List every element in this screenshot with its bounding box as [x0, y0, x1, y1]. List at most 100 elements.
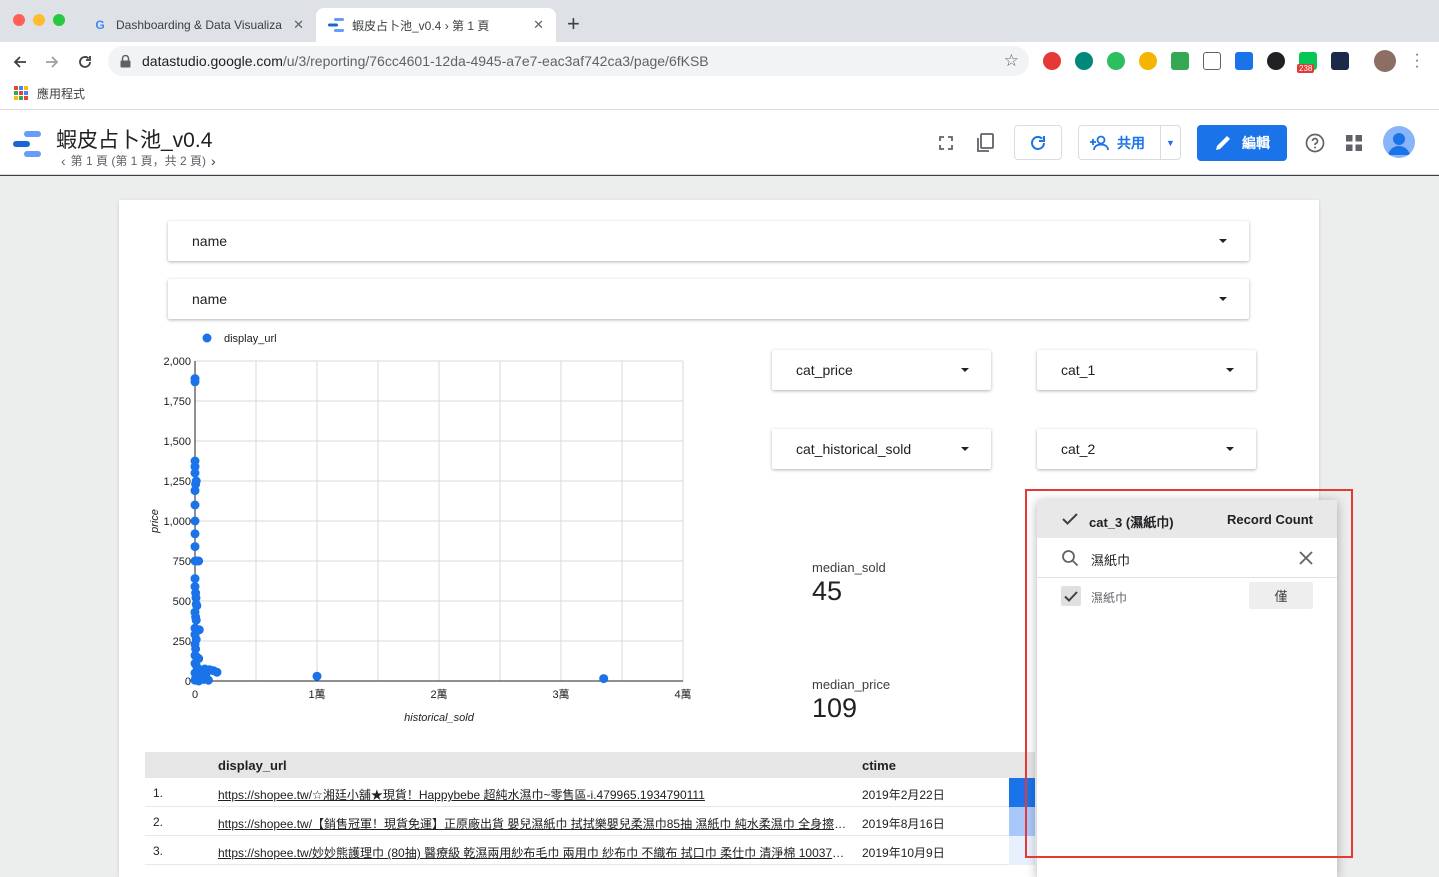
row-heatmap-cell — [1009, 778, 1035, 807]
scatter-point[interactable] — [190, 574, 200, 584]
scatter-point[interactable] — [212, 667, 222, 677]
browser-tab-report[interactable]: 蝦皮占卜池_v0.4 › 第 1 頁 ✕ — [316, 8, 556, 42]
select-all-checkbox[interactable] — [1060, 509, 1080, 529]
share-button[interactable]: 共用 ▼ — [1078, 125, 1181, 160]
y-tick-label: 1,750 — [163, 396, 191, 408]
scatter-point[interactable] — [190, 542, 200, 552]
fullscreen-button[interactable] — [935, 132, 957, 154]
help-button[interactable] — [1304, 132, 1326, 154]
scatter-point[interactable] — [190, 377, 200, 387]
y-tick-label: 750 — [173, 556, 191, 568]
page-indicator[interactable]: 第 1 頁 (第 1 頁，共 2 頁) — [71, 152, 206, 169]
account-avatar[interactable] — [1383, 126, 1415, 158]
close-tab-icon[interactable]: ✕ — [293, 17, 304, 33]
share-main-button[interactable]: 共用 — [1079, 126, 1161, 159]
column-header-ctime[interactable]: ctime — [862, 758, 896, 773]
table-row: 3. https://shopee.tw/妙妙熊護理巾 (80抽) 醫療級 乾濕… — [145, 836, 1035, 865]
scatter-point[interactable] — [203, 675, 213, 685]
copy-report-button[interactable] — [974, 132, 996, 154]
extension-owl-icon[interactable] — [1139, 52, 1157, 70]
cat-1-filter-control[interactable]: cat_1 — [1037, 350, 1256, 390]
url-path: /u/3/reporting/76cc4601-12da-4945-a7e7-e… — [282, 53, 709, 69]
extension-play-icon[interactable] — [1331, 52, 1349, 70]
apps-bookmark[interactable]: 應用程式 — [37, 85, 85, 102]
bookmark-star-icon[interactable]: ☆ — [1004, 51, 1019, 71]
next-page-icon[interactable]: › — [211, 153, 216, 169]
browser-menu-icon[interactable]: · · · — [1412, 47, 1422, 75]
prev-page-icon[interactable]: ‹ — [61, 153, 66, 169]
reload-icon — [79, 56, 91, 68]
apps-grid-icon[interactable] — [14, 86, 28, 100]
row-heatmap-cell — [1009, 807, 1035, 836]
column-header-display-url[interactable]: display_url — [218, 758, 287, 773]
minimize-window-button[interactable] — [33, 14, 45, 26]
dropdown-search[interactable]: 濕紙巾 — [1037, 538, 1337, 578]
close-tab-icon[interactable]: ✕ — [533, 17, 544, 33]
legend-marker — [202, 333, 212, 343]
extension-mail-icon[interactable] — [1171, 52, 1189, 70]
extension-hat-icon[interactable] — [1235, 52, 1253, 70]
row-heatmap-cell — [1009, 836, 1035, 865]
forward-button[interactable] — [40, 50, 64, 74]
row-url-link[interactable]: https://shopee.tw/【銷售冠軍！現貨免運】正原廠出貨 嬰兒濕紙巾… — [218, 815, 848, 832]
y-tick-label: 1,000 — [163, 516, 191, 528]
report-header: 蝦皮占卜池_v0.4 ‹ 第 1 頁 (第 1 頁，共 2 頁) › 共用 ▼ … — [0, 110, 1439, 175]
scatter-point[interactable] — [192, 666, 202, 676]
address-bar[interactable]: datastudio.google.com/u/3/reporting/76cc… — [108, 46, 1029, 76]
scatter-point[interactable] — [190, 556, 200, 566]
browser-tab-dashboarding[interactable]: G Dashboarding & Data Visualiza ✕ — [80, 8, 316, 42]
row-url-link[interactable]: https://shopee.tw/☆湘廷小舖★現貨！Happybebe 超純水… — [218, 786, 848, 803]
refresh-icon — [1031, 135, 1045, 150]
cat-2-filter-control[interactable]: cat_2 — [1037, 429, 1256, 469]
close-window-button[interactable] — [13, 14, 25, 26]
scatter-point[interactable] — [190, 468, 200, 478]
datastudio-logo-icon[interactable] — [12, 130, 42, 158]
page-navigator[interactable]: ‹ 第 1 頁 (第 1 頁，共 2 頁) › — [56, 152, 221, 169]
extension-box-icon[interactable] — [1203, 52, 1221, 70]
cat-historical-sold-filter-control[interactable]: cat_historical_sold — [772, 429, 991, 469]
dropdown-option[interactable]: 濕紙巾 僅 — [1037, 580, 1337, 612]
reload-button[interactable] — [73, 50, 97, 74]
share-dropdown-icon[interactable]: ▼ — [1161, 138, 1180, 148]
extension-ghost-icon[interactable] — [1267, 52, 1285, 70]
scatter-point[interactable] — [190, 486, 200, 496]
search-input[interactable]: 濕紙巾 — [1091, 550, 1130, 569]
pencil-icon — [1216, 136, 1230, 150]
row-url-link[interactable]: https://shopee.tw/妙妙熊護理巾 (80抽) 醫療級 乾濕兩用紗… — [218, 844, 848, 861]
report-title[interactable]: 蝦皮占卜池_v0.4 — [56, 124, 212, 154]
apps-button[interactable] — [1343, 132, 1365, 154]
median-sold-scorecard[interactable]: median_sold 45 — [812, 560, 886, 607]
name-filter-control-2[interactable]: name — [168, 279, 1249, 319]
only-button[interactable]: 僅 — [1249, 582, 1313, 609]
cat-3-filter-dropdown[interactable]: cat_3 (濕紙巾) Record Count 濕紙巾 濕紙巾 僅 — [1037, 500, 1337, 877]
table-row: 1. https://shopee.tw/☆湘廷小舖★現貨！Happybebe … — [145, 778, 1035, 807]
scatter-chart[interactable]: 0 250 500 750 1,000 1,250 1,500 1,750 2,000 0 1萬 2萬… — [140, 325, 710, 730]
scatter-chart-svg[interactable]: 0 250 500 750 1,000 1,250 1,500 1,750 2,000 0 1萬 2萬… — [140, 325, 710, 730]
name-filter-control-1[interactable]: name — [168, 221, 1249, 261]
extension-red-icon[interactable] — [1043, 52, 1061, 70]
url-table: display_url ctime 1. https://shopee.tw/☆… — [145, 752, 1035, 877]
scatter-point[interactable] — [191, 615, 201, 625]
edit-button[interactable]: 編輯 — [1197, 125, 1287, 161]
profile-avatar-icon[interactable] — [1374, 50, 1396, 72]
scatter-point[interactable] — [312, 671, 322, 681]
new-tab-button[interactable]: + — [567, 13, 580, 35]
median-price-scorecard[interactable]: median_price 109 — [812, 677, 890, 724]
back-button[interactable] — [8, 50, 32, 74]
browser-tab-bar: G Dashboarding & Data Visualiza ✕ 蝦皮占卜池_… — [0, 0, 1439, 42]
refresh-data-button[interactable] — [1014, 125, 1062, 160]
scatter-point[interactable] — [190, 500, 200, 510]
row-ctime: 2019年2月22日 — [862, 788, 945, 802]
y-tick-label: 1,500 — [163, 436, 191, 448]
extension-teal-icon[interactable] — [1075, 52, 1093, 70]
cat-price-filter-control[interactable]: cat_price — [772, 350, 991, 390]
evernote-icon[interactable] — [1107, 52, 1125, 70]
row-index: 3. — [153, 844, 164, 858]
clear-search-icon[interactable] — [1299, 551, 1313, 565]
scatter-point[interactable] — [190, 529, 200, 539]
scatter-point[interactable] — [190, 516, 200, 526]
maximize-window-button[interactable] — [53, 14, 65, 26]
option-checkbox[interactable] — [1061, 586, 1081, 606]
table-header: display_url ctime — [145, 752, 1035, 778]
scatter-point[interactable] — [599, 674, 609, 684]
